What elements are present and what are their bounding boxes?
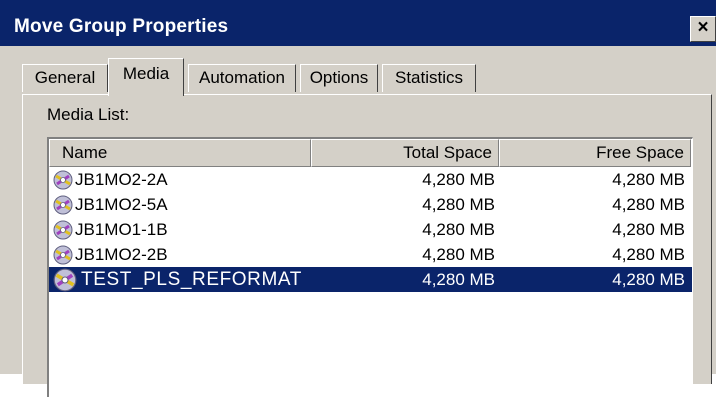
media-total-space: 4,280 MB [422,270,495,289]
list-item[interactable]: JB1MO2-5A 4,280 MB 4,280 MB [49,192,692,217]
column-header-total-space[interactable]: Total Space [311,139,499,167]
media-free-space: 4,280 MB [612,220,685,239]
disc-icon [53,170,73,190]
close-icon: × [697,17,709,38]
media-total-space: 4,280 MB [422,170,495,189]
media-free-space: 4,280 MB [612,245,685,264]
column-header-name[interactable]: Name [49,139,311,167]
tab-options[interactable]: Options [300,64,378,92]
media-free-space: 4,280 MB [612,270,685,289]
list-header: Name Total Space Free Space [49,139,692,167]
tab-options-label: Options [309,68,369,87]
list-item[interactable]: JB1MO2-2B 4,280 MB 4,280 MB [49,242,692,267]
list-item[interactable]: JB1MO1-1B 4,280 MB 4,280 MB [49,217,692,242]
list-item-selected[interactable]: TEST_PLS_REFORMAT 4,280 MB 4,280 MB [49,267,692,292]
close-button[interactable]: × [690,16,716,42]
media-total-space: 4,280 MB [422,195,495,214]
list-item[interactable]: JB1MO2-2A 4,280 MB 4,280 MB [49,167,692,192]
media-total-space: 4,280 MB [422,245,495,264]
disc-icon [53,245,73,265]
tab-media[interactable]: Media [108,58,184,96]
window-title: Move Group Properties [14,16,229,37]
tab-strip: General Media Automation Options Statist… [0,46,716,96]
media-name: JB1MO2-2A [75,170,168,189]
tab-statistics-label: Statistics [394,68,464,87]
media-name: JB1MO2-5A [75,195,168,214]
tab-automation-label: Automation [199,68,285,87]
media-list-label: Media List: [47,105,130,124]
tab-statistics[interactable]: Statistics [382,64,476,92]
tab-general-label: General [34,68,96,87]
media-name: JB1MO2-2B [75,245,168,264]
tab-general[interactable]: General [22,64,108,92]
tab-media-label: Media [122,64,170,83]
disc-icon [53,195,73,215]
media-list-view[interactable]: Name Total Space Free Space JB1MO2-2A 4,… [47,137,693,397]
disc-icon [53,220,73,240]
title-bar: Move Group Properties × [0,0,716,46]
media-total-space: 4,280 MB [422,220,495,239]
disc-icon [53,268,77,292]
media-name: TEST_PLS_REFORMAT [81,269,302,290]
dialog-body: General Media Automation Options Statist… [0,46,716,397]
media-free-space: 4,280 MB [612,195,685,214]
tab-automation[interactable]: Automation [188,64,296,92]
media-name: JB1MO1-1B [75,220,168,239]
tab-page-media: Media List: Name Total Space Free Space … [22,94,712,397]
column-header-free-space[interactable]: Free Space [499,139,691,167]
media-free-space: 4,280 MB [612,170,685,189]
